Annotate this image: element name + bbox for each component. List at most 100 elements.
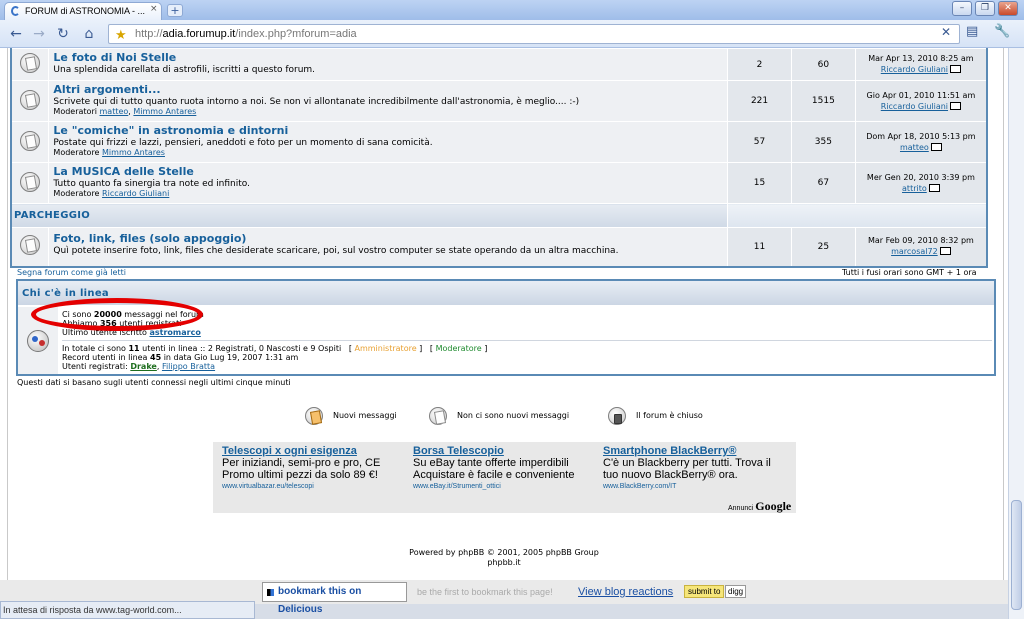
forward-arrow-icon[interactable]: → — [29, 25, 49, 43]
maximize-icon[interactable]: ❐ — [975, 1, 995, 16]
registered-users: Utenti registrati: Drake, Filippo Bratta — [62, 362, 216, 371]
address-bar[interactable]: ★ http://adia.forumup.it/index.php?mforu… — [108, 24, 960, 44]
page-menu-icon[interactable]: ▤ — [966, 24, 978, 39]
forum-name[interactable]: La MUSICA delle Stelle — [53, 165, 723, 178]
tab-favicon-icon — [11, 6, 20, 16]
forum-icon — [20, 130, 41, 151]
forum-desc: Una splendida carellata di astrofili, is… — [53, 65, 316, 75]
ad-url[interactable]: www.eBay.it/Strumenti_ottici — [413, 483, 593, 490]
category-row: PARCHEGGIO — [10, 203, 988, 228]
online-note: Questi dati si basano sugli utenti conne… — [17, 378, 291, 387]
topics-count: 15 — [727, 162, 792, 204]
last-post-user[interactable]: Riccardo Giuliani — [881, 65, 948, 74]
title-bar: FORUM di ASTRONOMIA - ... × + – ❐ ✕ — [0, 0, 1024, 20]
forum-desc: Postate qui frizzi e lazzi, pensieri, an… — [53, 138, 433, 148]
forum-name[interactable]: Le foto di Noi Stelle — [53, 51, 723, 64]
online-record: Record utenti in linea 45 in data Gio Lu… — [62, 353, 299, 362]
go-to-post-icon[interactable] — [928, 183, 940, 192]
last-post-date: Mar Apr 13, 2010 8:25 am — [868, 54, 974, 63]
forum-desc: Scrivete qui di tutto quanto ruota intor… — [53, 97, 580, 107]
close-window-icon[interactable]: ✕ — [998, 1, 1018, 16]
forum-icon — [20, 235, 41, 256]
last-post-date: Mar Feb 09, 2010 8:32 pm — [867, 236, 974, 246]
delicious-bookmark-button[interactable]: bookmark this on Delicious — [262, 582, 407, 615]
ad-title[interactable]: Borsa Telescopio — [413, 445, 593, 457]
home-icon[interactable]: ⌂ — [79, 25, 99, 43]
ad-title[interactable]: Smartphone BlackBerry® — [603, 445, 783, 457]
go-to-post-icon[interactable] — [950, 101, 962, 110]
ad-block[interactable]: Telescopi x ogni esigenza Per iniziandi,… — [222, 445, 402, 490]
scrollbar-thumb[interactable] — [1011, 500, 1022, 610]
no-new-posts-icon — [429, 406, 447, 425]
browser-tab[interactable]: FORUM di ASTRONOMIA - ... — [4, 2, 162, 20]
topics-count: 221 — [727, 80, 792, 122]
ad-url[interactable]: www.virtualbazar.eu/telescopi — [222, 483, 402, 490]
forum-name[interactable]: Le "comiche" in astronomia e dintorni — [53, 124, 723, 137]
ad-desc: Per iniziandi, semi-pro e pro, CE Promo … — [222, 457, 381, 481]
topics-count: 2 — [727, 48, 792, 81]
ad-url[interactable]: www.BlackBerry.com/IT — [603, 483, 783, 490]
go-to-post-icon[interactable] — [950, 65, 962, 73]
forum-icon — [20, 171, 41, 192]
last-post-date: Mer Gen 20, 2010 3:39 pm — [866, 172, 975, 182]
online-total: In totale ci sono 11 utenti in linea :: … — [62, 344, 488, 353]
url-prefix: http:// — [135, 28, 163, 40]
new-tab-button[interactable]: + — [167, 4, 183, 17]
forum-desc: Tutto quanto fa sinergia tra note ed inf… — [53, 179, 250, 189]
category-name[interactable]: PARCHEGGIO — [12, 210, 90, 221]
google-ads: Telescopi x ogni esigenza Per iniziandi,… — [213, 442, 796, 513]
go-to-post-icon[interactable] — [939, 247, 951, 256]
reload-icon[interactable]: ↻ — [53, 25, 73, 43]
url-path: /index.php?mforum=adia — [235, 28, 357, 40]
forum-table: Le foto di Noi Stelle Una splendida care… — [10, 48, 988, 268]
user-link[interactable]: Drake — [130, 362, 157, 371]
forum-name[interactable]: Foto, link, files (solo appoggio) — [53, 232, 723, 245]
topics-count: 11 — [727, 227, 792, 267]
forum-row: Foto, link, files (solo appoggio) Quì po… — [10, 227, 988, 267]
forum-row: Le foto di Noi Stelle Una splendida care… — [10, 48, 988, 81]
moderator-link[interactable]: Mimmo Antares — [133, 107, 196, 116]
last-post-user[interactable]: marcosal72 — [891, 247, 938, 256]
moderator-legend: Moderatore — [435, 344, 482, 353]
minimize-icon[interactable]: – — [952, 1, 972, 16]
ads-by-google[interactable]: Annunci Google — [728, 499, 791, 514]
posts-count: 67 — [790, 162, 856, 204]
ad-desc: Su eBay tante offerte imperdibili Acquis… — [413, 457, 575, 481]
first-bookmark-text: be the first to bookmark this page! — [417, 587, 553, 597]
moderator-link[interactable]: matteo — [100, 107, 129, 116]
forum-name[interactable]: Altri argomenti... — [53, 83, 723, 96]
last-post-date: Dom Apr 18, 2010 5:13 pm — [866, 131, 976, 141]
stop-icon[interactable]: ✕ — [941, 25, 951, 39]
moderator-link[interactable]: Riccardo Giuliani — [102, 189, 169, 198]
footer-site-link[interactable]: phpbb.it — [487, 558, 520, 567]
vertical-scrollbar[interactable] — [1008, 48, 1024, 619]
blog-reactions-link[interactable]: View blog reactions — [578, 586, 673, 598]
posts-count: 1515 — [790, 80, 856, 122]
timezone-text: Tutti i fusi orari sono GMT + 1 ora — [842, 268, 977, 277]
digg-button[interactable]: digg — [725, 585, 747, 598]
go-to-post-icon[interactable] — [930, 142, 942, 151]
forum-row: La MUSICA delle Stelle Tutto quanto fa s… — [10, 162, 988, 204]
last-post-user[interactable]: Riccardo Giuliani — [881, 102, 948, 111]
bookmark-star-icon[interactable]: ★ — [115, 26, 127, 44]
last-post-user[interactable]: matteo — [900, 143, 929, 152]
newest-user-link[interactable]: astromarco — [149, 328, 200, 337]
tab-close-icon[interactable]: × — [150, 4, 158, 14]
ad-title[interactable]: Telescopi x ogni esigenza — [222, 445, 402, 457]
user-link[interactable]: Filippo Bratta — [162, 362, 215, 371]
last-post-date: Gio Apr 01, 2010 11:51 am — [866, 90, 976, 100]
posts-count: 355 — [790, 121, 856, 163]
ad-block[interactable]: Smartphone BlackBerry® C'è un Blackberry… — [603, 445, 783, 490]
ad-block[interactable]: Borsa Telescopio Su eBay tante offerte i… — [413, 445, 593, 490]
moderator-link[interactable]: Mimmo Antares — [102, 148, 165, 157]
legend-no-new: Non ci sono nuovi messaggi — [429, 405, 569, 427]
posts-count: 60 — [790, 48, 856, 81]
wrench-menu-icon[interactable]: 🔧 — [994, 24, 1010, 39]
forum-row: Le "comiche" in astronomia e dintorni Po… — [10, 121, 988, 163]
mark-read-link[interactable]: Segna forum come già letti — [17, 268, 126, 277]
status-bar: In attesa di risposta da www.tag-world.c… — [0, 601, 255, 619]
last-post-user[interactable]: attrito — [902, 184, 927, 193]
submit-to-button[interactable]: submit to — [684, 585, 725, 598]
back-arrow-icon[interactable]: ← — [6, 25, 26, 43]
legend-new: Nuovi messaggi — [305, 405, 397, 427]
